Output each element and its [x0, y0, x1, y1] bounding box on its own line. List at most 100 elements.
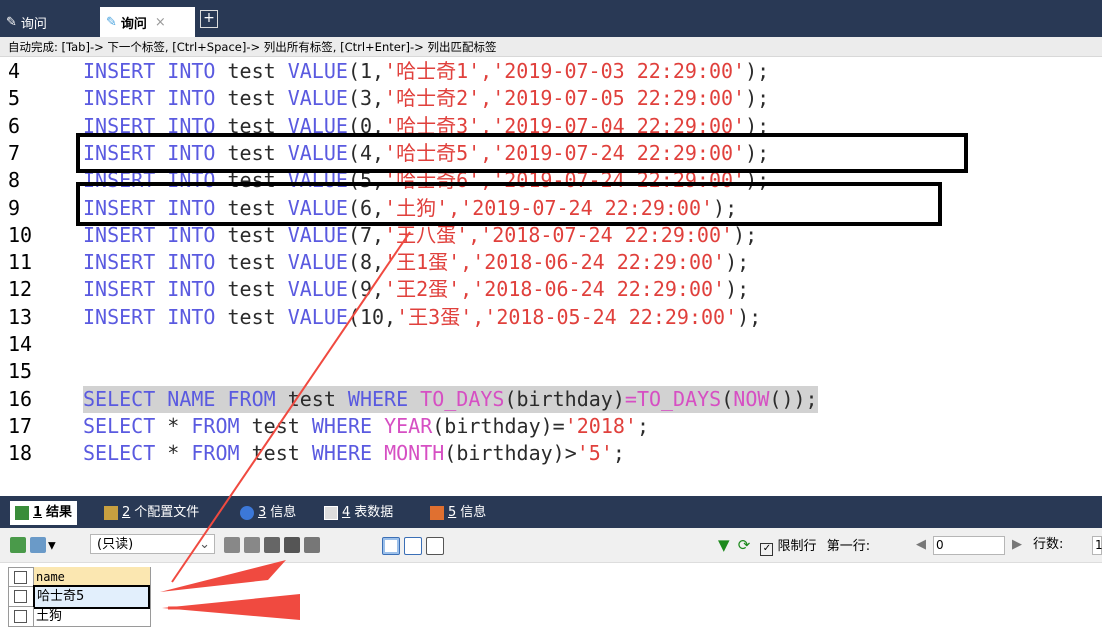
row-checkbox[interactable]: [14, 590, 27, 603]
annotation-arrow-line: [167, 605, 301, 610]
code-text: SELECT * FROM test WHERE YEAR(birthday)=…: [83, 413, 649, 440]
text-view-icon[interactable]: [426, 537, 444, 555]
code-token: INSERT INTO: [83, 277, 228, 302]
code-token: );: [733, 222, 758, 247]
copy-icon[interactable]: [224, 537, 240, 553]
chevron-down-icon[interactable]: ▼: [48, 541, 56, 552]
tab-profile[interactable]: 2 个配置文件: [104, 501, 199, 525]
code-token: INSERT INTO: [83, 304, 228, 329]
line-number: 12: [8, 277, 33, 302]
table-row[interactable]: 土狗: [8, 606, 151, 627]
select-all-checkbox[interactable]: [14, 570, 27, 584]
annotation-box-line-7: [76, 133, 968, 173]
grid-view-icon[interactable]: [382, 537, 400, 555]
close-tab-icon[interactable]: ×: [155, 15, 166, 30]
code-text: INSERT INTO test VALUE(1,'哈士奇1','2019-07…: [83, 58, 769, 85]
save-icon[interactable]: [264, 537, 280, 553]
tab-number: 2: [122, 505, 131, 520]
code-token: VALUE: [287, 222, 348, 247]
code-token: ;: [636, 413, 649, 438]
code-token: test: [227, 250, 288, 275]
select-value: (只读): [97, 537, 134, 552]
delete-icon[interactable]: [284, 537, 300, 553]
line-number: 6: [8, 113, 21, 138]
tab-number: 4: [342, 505, 351, 520]
insert-row-icon[interactable]: [10, 537, 26, 553]
code-token: '哈士奇1','2019-07-03 22:29:00': [384, 59, 746, 83]
sql-editor[interactable]: 4 INSERT INTO test VALUE(1,'哈士奇1','2019-0…: [0, 57, 1102, 492]
code-token: YEAR: [384, 413, 433, 438]
code-token: ());: [769, 386, 818, 411]
export-icon[interactable]: [30, 537, 46, 553]
next-page-button[interactable]: ▶: [1012, 535, 1022, 555]
tab-result[interactable]: 1 结果: [10, 501, 78, 525]
table-cell[interactable]: 土狗: [33, 606, 150, 627]
tab-number: 1: [33, 505, 43, 520]
line-number: 7: [8, 140, 21, 165]
tab-info-5[interactable]: 5 信息: [430, 501, 486, 525]
tab-table-data[interactable]: 4 表数据: [324, 501, 393, 525]
code-token: INSERT INTO: [83, 59, 228, 83]
code-line[interactable]: 17 SELECT * FROM test WHERE YEAR(birthday…: [0, 413, 1102, 440]
refresh-icon[interactable]: [304, 537, 320, 553]
code-token: INSERT INTO: [83, 222, 228, 247]
annotation-arrow-head: [160, 560, 286, 592]
code-token: );: [725, 277, 750, 302]
code-line[interactable]: 16 SELECT NAME FROM test WHERE TO_DAYS(bi…: [0, 385, 1102, 413]
edit-icons: [222, 535, 322, 555]
tab-label: 询问: [120, 16, 147, 32]
table-cell[interactable]: 哈士奇5: [33, 584, 150, 609]
code-line[interactable]: 14: [0, 331, 1102, 358]
row-checkbox[interactable]: [14, 610, 27, 623]
code-line[interactable]: 12 INSERT INTO test VALUE(9,'王2蛋','2018-0…: [0, 276, 1102, 303]
form-view-icon[interactable]: [404, 537, 422, 555]
code-line[interactable]: 4 INSERT INTO test VALUE(1,'哈士奇1','2019-0…: [0, 58, 1102, 85]
query-icon: ✎: [6, 14, 17, 30]
limit-rows-checkbox[interactable]: ✓: [760, 543, 774, 556]
code-line[interactable]: 5 INSERT INTO test VALUE(3,'哈士奇2','2019-0…: [0, 85, 1102, 112]
code-token: INSERT INTO: [83, 250, 228, 275]
next-icon: ▶: [1012, 537, 1022, 552]
paste-icon[interactable]: [244, 537, 260, 553]
code-text: SELECT * FROM test WHERE MONTH(birthday)…: [83, 440, 625, 467]
code-token: SELECT NAME FROM: [83, 386, 288, 411]
prev-icon: ◀: [916, 537, 926, 552]
code-token: );: [745, 86, 770, 111]
code-token: MONTH: [384, 441, 445, 466]
filter-icon[interactable]: ▼: [718, 536, 730, 554]
code-token: (1,: [347, 59, 385, 83]
tab-label: 询问: [20, 16, 47, 32]
result-panel-tabs: 1 结果 2 个配置文件 3 信息 4 表数据 5 信息: [0, 496, 1102, 528]
code-token: =: [624, 386, 637, 411]
code-line[interactable]: 11 INSERT INTO test VALUE(8,'王1蛋','2018-0…: [0, 249, 1102, 276]
code-line[interactable]: 15: [0, 358, 1102, 385]
toolbar-left-icons: ▼: [8, 535, 56, 555]
code-token: VALUE: [287, 277, 348, 302]
code-token: VALUE: [287, 250, 348, 275]
code-token: WHERE: [311, 441, 385, 466]
tab-info[interactable]: 3 信息: [240, 501, 296, 525]
code-token: '王1蛋','2018-06-24 22:29:00': [384, 250, 726, 275]
code-token: TO_DAYS: [636, 386, 722, 411]
row-count-input[interactable]: 1: [1092, 536, 1102, 555]
prev-page-button[interactable]: ◀: [916, 535, 926, 555]
code-token: test: [251, 441, 312, 466]
add-tab-button[interactable]: +: [200, 10, 218, 28]
refresh-icon[interactable]: ⟳: [738, 536, 751, 554]
code-token: WHERE: [347, 386, 421, 411]
first-row-input[interactable]: 0: [933, 536, 1005, 555]
code-line[interactable]: 18 SELECT * FROM test WHERE MONTH(birthda…: [0, 440, 1102, 467]
code-line[interactable]: 13 INSERT INTO test VALUE(10,'王3蛋','2018-…: [0, 304, 1102, 331]
annotation-box-line-9: [76, 182, 942, 226]
chevron-down-icon: ⌄: [199, 537, 210, 552]
tab-query-1[interactable]: ✎ 询问: [6, 7, 47, 37]
table-row[interactable]: 哈士奇5: [8, 584, 151, 609]
code-text: INSERT INTO test VALUE(10,'王3蛋','2018-05…: [83, 304, 761, 331]
code-token: WHERE: [311, 413, 385, 438]
readonly-select[interactable]: (只读) ⌄: [90, 534, 215, 554]
line-number: 16: [8, 386, 33, 411]
result-grid: name 哈士奇5 土狗: [8, 567, 151, 627]
code-token: test: [287, 386, 348, 411]
tab-query-2-active[interactable]: ✎ 询问 ×: [100, 7, 195, 37]
code-token: test: [227, 222, 288, 247]
